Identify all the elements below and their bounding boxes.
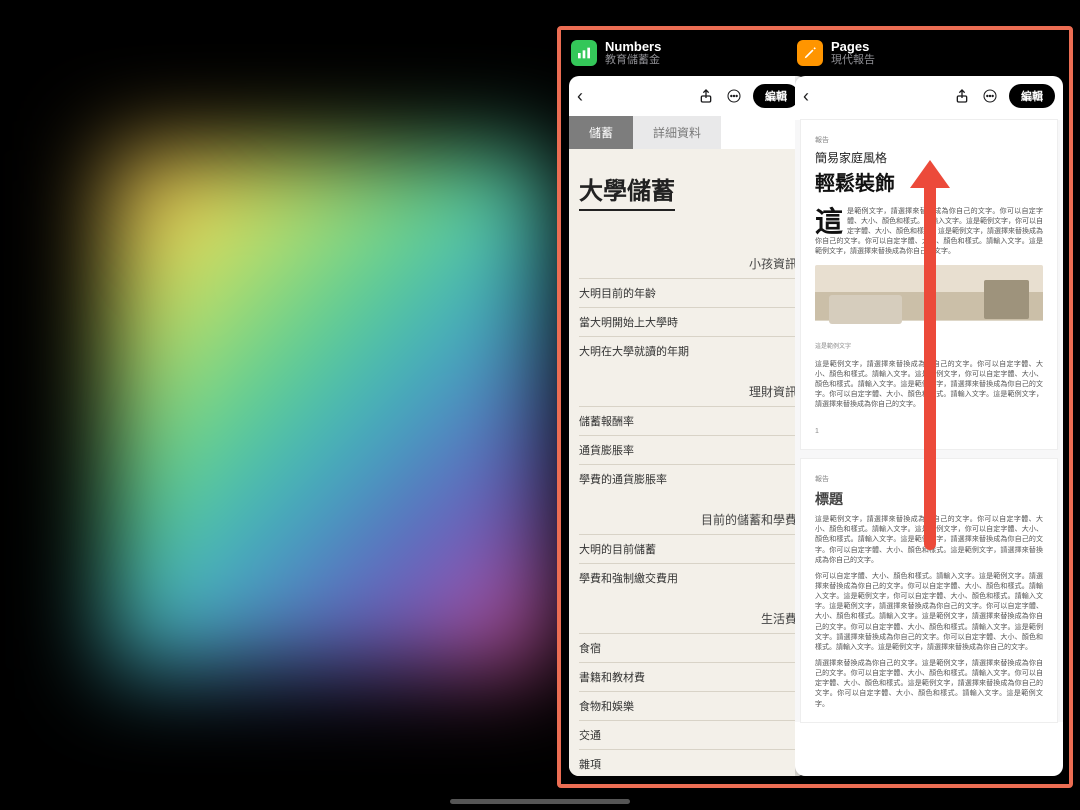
dropcap: 這 xyxy=(815,209,843,234)
pages-body[interactable]: 報告 簡易家庭風格 輕鬆裝飾 這 是範例文字，請選擇來替換成為你自己的文字。你可… xyxy=(795,120,1063,722)
lead-paragraph: 是範例文字，請選擇來替換成為你自己的文字。你可以自定字體、大小、顏色和樣式。請輸… xyxy=(815,208,1043,256)
back-icon[interactable]: ‹ xyxy=(803,86,809,107)
table-row[interactable]: 大明目前的年齡 xyxy=(579,278,797,307)
back-icon[interactable]: ‹ xyxy=(577,86,583,107)
tab-savings[interactable]: 儲蓄 xyxy=(569,116,633,149)
table-row[interactable]: 食物和娛樂 xyxy=(579,691,797,720)
toolbar: ‹ 編輯 xyxy=(569,76,807,116)
table-row[interactable]: 食宿 xyxy=(579,633,797,662)
app-name: Numbers xyxy=(605,40,661,54)
body-text: 請選擇來替換成為你自己的文字。這是範例文字，請選擇來替換成為你自己的文字。你可以… xyxy=(815,659,1043,710)
doc-name: 教育儲蓄金 xyxy=(605,54,661,66)
doc-title: 輕鬆裝飾 xyxy=(815,170,1043,199)
table-row[interactable]: 通貨膨脹率 xyxy=(579,435,797,464)
table-row[interactable]: 書籍和教材費 xyxy=(579,662,797,691)
section-heading: 標題 xyxy=(815,489,1043,509)
app-switcher-card-pages[interactable]: Pages 現代報告 ‹ 編輯 xyxy=(795,36,1063,776)
more-icon[interactable] xyxy=(981,87,999,105)
edit-button[interactable]: 編輯 xyxy=(1009,84,1055,108)
section-heading: 小孩資訊 xyxy=(579,255,797,272)
table-row[interactable]: 當大明開始上大學時 xyxy=(579,307,797,336)
section-heading: 生活費 xyxy=(579,610,797,627)
doc-name: 現代報告 xyxy=(831,54,875,66)
page-1[interactable]: 報告 簡易家庭風格 輕鬆裝飾 這 是範例文字，請選擇來替換成為你自己的文字。你可… xyxy=(801,120,1057,449)
numbers-app-icon xyxy=(571,40,597,66)
table-row[interactable]: 大明的目前儲蓄 xyxy=(579,534,797,563)
edit-button[interactable]: 編輯 xyxy=(753,84,799,108)
home-indicator[interactable] xyxy=(450,799,630,804)
more-icon[interactable] xyxy=(725,87,743,105)
share-icon[interactable] xyxy=(953,87,971,105)
image-caption: 這是範例文字 xyxy=(815,343,1043,352)
page-2[interactable]: 報告 標題 這是範例文字，請選擇來替換成為你自己的文字。你可以自定字體、大小、顏… xyxy=(801,459,1057,722)
table-row[interactable]: 學費的通貨膨脹率 xyxy=(579,464,797,493)
app-switcher-card-numbers[interactable]: Numbers 教育儲蓄金 ‹ 編輯 xyxy=(569,36,807,776)
table-row[interactable]: 交通 xyxy=(579,720,797,749)
background-wallpaper xyxy=(110,150,550,670)
app-name: Pages xyxy=(831,40,875,54)
doc-subtitle: 簡易家庭風格 xyxy=(815,150,1043,167)
numbers-document[interactable]: ‹ 編輯 儲蓄 詳細資料 大學儲蓄 小孩資訊 xyxy=(569,76,807,776)
section-heading: 理財資訊 xyxy=(579,383,797,400)
table-row[interactable]: 大明在大學就讀的年期 xyxy=(579,336,797,365)
toolbar: ‹ 編輯 xyxy=(795,76,1063,116)
page-corner-label: 報告 xyxy=(815,475,1043,485)
app-header: Numbers 教育儲蓄金 xyxy=(569,36,807,76)
table-row[interactable]: 雜項 xyxy=(579,749,797,776)
app-header: Pages 現代報告 xyxy=(795,36,1063,76)
sheet-body[interactable]: 大學儲蓄 小孩資訊 大明目前的年齡 當大明開始上大學時 大明在大學就讀的年期 理… xyxy=(569,149,807,776)
sheet-title: 大學儲蓄 xyxy=(579,171,675,211)
table-row[interactable]: 儲蓄報酬率 xyxy=(579,406,797,435)
tab-details[interactable]: 詳細資料 xyxy=(633,116,721,149)
hero-image xyxy=(815,265,1043,337)
body-text: 你可以自定字體、大小、顏色和樣式。請輸入文字。這是範例文字。請選擇來替換成為你自… xyxy=(815,572,1043,653)
share-icon[interactable] xyxy=(697,87,715,105)
pages-app-icon xyxy=(797,40,823,66)
section-heading: 目前的儲蓄和學費 xyxy=(579,511,797,528)
pages-document[interactable]: ‹ 編輯 報告 簡易家庭風格 輕鬆裝飾 xyxy=(795,76,1063,776)
body-text: 這是範例文字，請選擇來替換成為你自己的文字。你可以自定字體、大小、顏色和樣式。請… xyxy=(815,515,1043,566)
page-number: 1 xyxy=(815,427,1043,437)
body-text: 這是範例文字，請選擇來替換成為你自己的文字。你可以自定字體、大小、顏色和樣式。請… xyxy=(815,360,1043,411)
table-row[interactable]: 學費和強制繳交費用 xyxy=(579,563,797,592)
annotation-highlight-box: Numbers 教育儲蓄金 ‹ 編輯 xyxy=(557,26,1073,788)
sheet-tabs: 儲蓄 詳細資料 xyxy=(569,116,807,149)
body-text: 這 是範例文字，請選擇來替換成為你自己的文字。你可以自定字體、大小、顏色和樣式。… xyxy=(815,207,1043,258)
page-corner-label: 報告 xyxy=(815,136,1043,146)
